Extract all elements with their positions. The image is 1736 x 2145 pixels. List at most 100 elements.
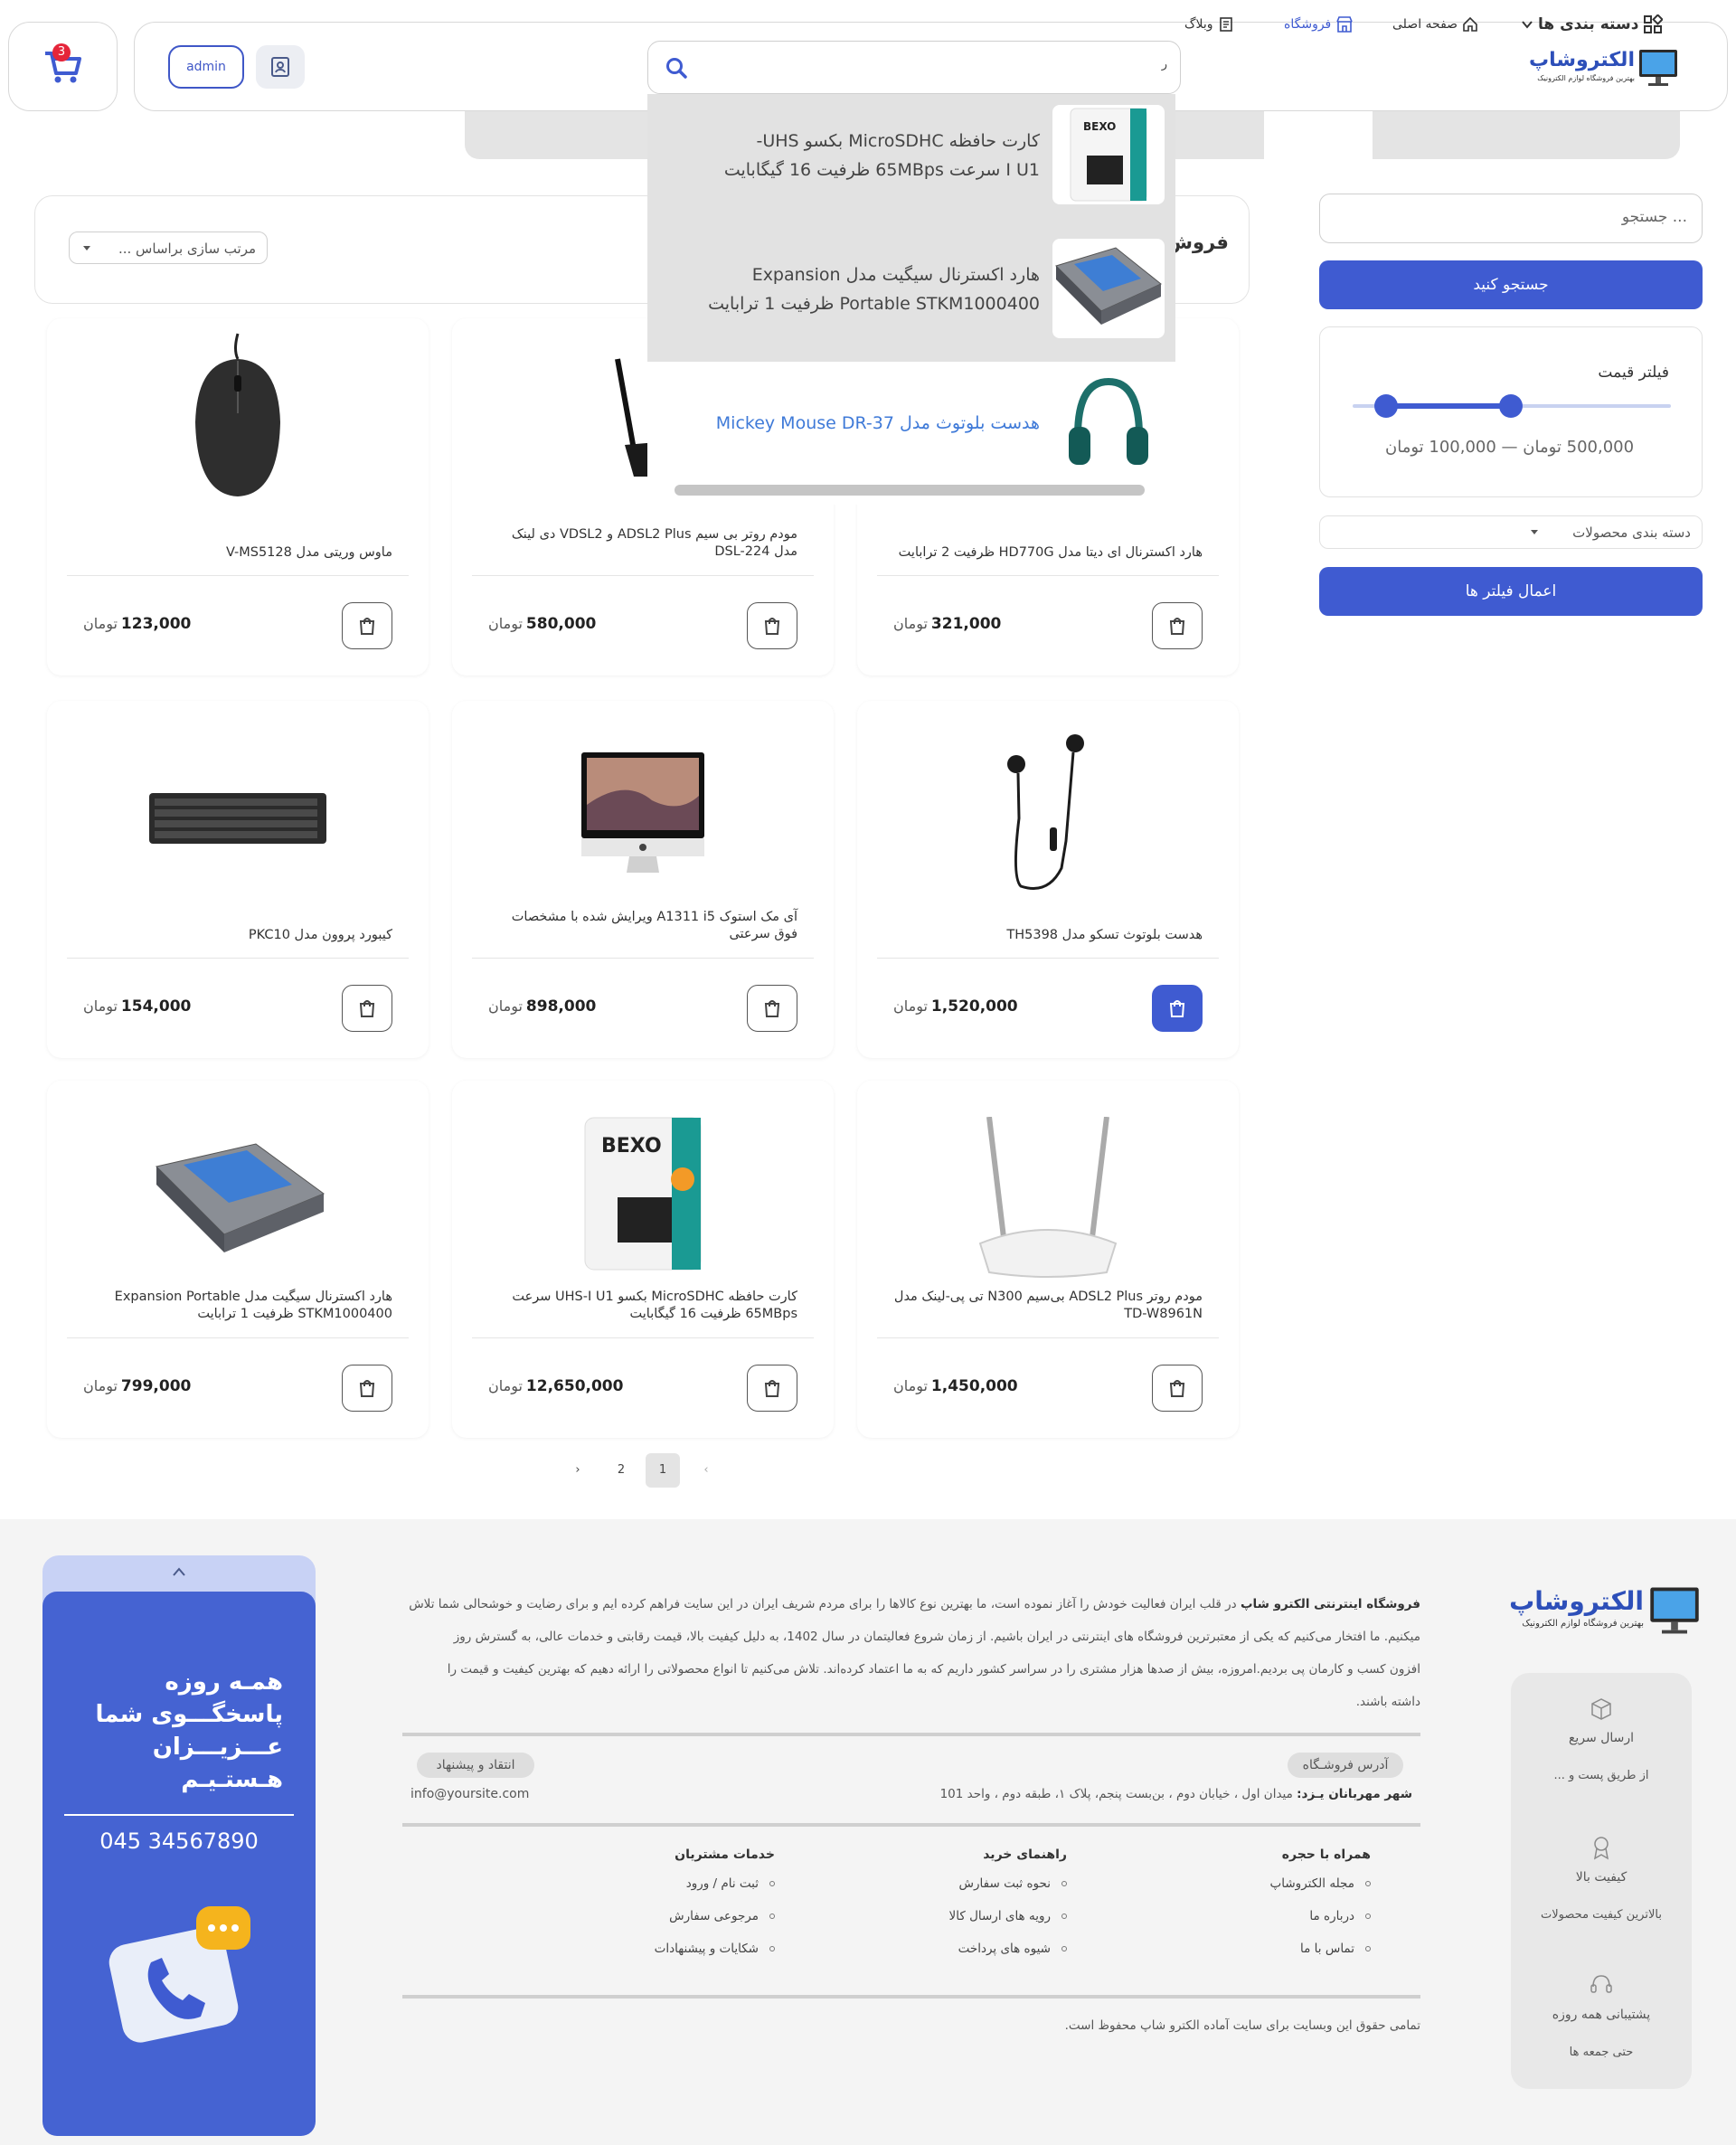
header-logo[interactable]: الکتروشاپ بهترین فروشگاه لوازم الکترونیک (1529, 47, 1678, 87)
footer-link[interactable]: درباره ما (1270, 1905, 1371, 1938)
shopping-bag-icon (1169, 1000, 1185, 1017)
price-value: 1,450,000 (930, 1377, 1018, 1395)
product-card[interactable]: ماوس وریتی مدل V-MS5128 123,000 تومان (47, 318, 429, 676)
pagination-next[interactable]: › (561, 1453, 595, 1488)
footer-link[interactable]: مرجوعی سفارش (655, 1905, 775, 1938)
product-price: 799,000 تومان (83, 1377, 191, 1395)
pagination-prev[interactable]: ‹ (689, 1453, 723, 1488)
features-panel: ارسال سریع از طریق پست و ... کیفیت بالا … (1511, 1673, 1692, 2089)
add-to-cart-button[interactable] (1152, 602, 1203, 649)
price-value: 580,000 (525, 615, 597, 633)
address-pill: آدرس فروشـگاه (1288, 1753, 1403, 1778)
store-icon (1336, 16, 1353, 33)
price-currency: تومان (893, 1377, 928, 1394)
product-card[interactable]: هارد اکسترنال سیگیت مدل Expansion Portab… (47, 1081, 429, 1438)
product-title: مودم روتر ADSL2 Plus بی‌سیم N300 تی پی-ل… (893, 1290, 1203, 1321)
sort-select-label: مرتب سازی براساس ... (118, 241, 256, 257)
price-slider-range (1385, 403, 1512, 409)
nav-shop[interactable]: فروشگاه (1284, 13, 1354, 36)
about-brand: فروشگاه اینترنتی الکترو شاپ (1240, 1597, 1420, 1611)
mouse-icon (195, 333, 280, 496)
product-card[interactable]: کیبورد پروون مدل PKC10 154,000 تومان (47, 701, 429, 1058)
sidebar-search-placeholder: جستجو ... (1621, 208, 1687, 226)
address-text: میدان اول ، خیابان دوم ، بن‌بست پنجم، پل… (939, 1787, 1297, 1801)
footer-link[interactable]: مجله الکتروشاپ (1270, 1873, 1371, 1905)
sidebar-search-input[interactable]: جستجو ... (1319, 194, 1703, 243)
product-price: 321,000 تومان (893, 615, 1001, 633)
shopping-bag-icon (764, 1000, 780, 1017)
address-city: شهر مهربانان یـزد: (1297, 1787, 1412, 1801)
profile-button[interactable] (256, 45, 305, 89)
memory-card-icon: BEXO (1070, 108, 1147, 202)
links-col-title: خدمات مشتریان (675, 1847, 775, 1862)
price-range-text: 500,000 تومان — 100,000 تومان (1385, 438, 1635, 457)
admin-button[interactable]: admin (168, 45, 244, 89)
product-card[interactable]: آی مک استوک A1311 i5 ویرایش شده با مشخصا… (452, 701, 834, 1058)
suggestion-item[interactable]: هدست بلوتوث مدل Mickey Mouse DR-37 (647, 362, 1175, 496)
grid-icon (1644, 14, 1664, 33)
pagination-page-current[interactable]: 1 (646, 1453, 680, 1488)
notebook-icon (1219, 17, 1232, 32)
add-to-cart-button[interactable] (342, 602, 392, 649)
add-to-cart-button[interactable] (1152, 1365, 1203, 1412)
monitor-icon (1639, 50, 1677, 86)
shopping-bag-icon (764, 618, 780, 635)
nav-home-label: صفحه اصلی (1392, 17, 1458, 32)
footer-link[interactable]: شیوه های پرداخت (949, 1938, 1067, 1970)
nav-home[interactable]: صفحه اصلی (1392, 13, 1478, 36)
links-col-title: همراه با حجره (1281, 1847, 1371, 1862)
feature-title: پشتیبانی همه روزه (1552, 2008, 1651, 2022)
footer-email[interactable]: info@yoursite.com (410, 1787, 529, 1801)
add-to-cart-button[interactable] (747, 1365, 797, 1412)
price-slider-max-handle[interactable] (1499, 394, 1523, 418)
footer-link[interactable]: تماس با ما (1270, 1938, 1371, 1970)
price-value: 12,650,000 (525, 1377, 624, 1395)
product-price: 580,000 تومان (488, 615, 596, 633)
footer-logo[interactable]: الکتروشاپ بهترین فروشگاه لوازم الکترونیک (1509, 1583, 1700, 1637)
dropdown-scrollbar[interactable] (675, 485, 1145, 496)
product-title: هدست بلوتوث تسکو مدل TH5398 (1006, 928, 1203, 942)
add-to-cart-button[interactable] (342, 1365, 392, 1412)
about-line2: میکنیم. ما افتخار می‌کنیم که یکی از معتب… (453, 1630, 1420, 1644)
product-card[interactable]: مودم روتر ADSL2 Plus بی‌سیم N300 تی پی-ل… (857, 1081, 1239, 1438)
price-currency: تومان (83, 997, 118, 1015)
product-image: BEXO (452, 1099, 834, 1289)
nav-categories[interactable]: دسته بندی ها (1521, 13, 1664, 36)
sort-select[interactable]: مرتب سازی براساس ... (69, 232, 268, 264)
suggestion-item[interactable]: هارد اکسترنال سیگیت مدل Expansion Portab… (647, 228, 1175, 362)
product-card[interactable]: هدست بلوتوث تسکو مدل TH5398 1,520,000 توم… (857, 701, 1239, 1058)
feature-subtitle: حتی جمعه ها (1569, 2046, 1634, 2059)
suggestion-item[interactable]: BEXO کارت حافظه MicroSDHC بکسو UHS- I U1… (647, 94, 1175, 228)
support-icon (1590, 1975, 1612, 1993)
feature-subtitle: بالاترین کیفیت محصولات (1541, 1908, 1662, 1922)
footer-link[interactable]: ثبت نام / ورود (655, 1873, 775, 1905)
footer-links-col2: راهنمای خرید نحوه ثبت سفارش رویه های ارس… (949, 1847, 1067, 1970)
product-image (47, 1108, 429, 1289)
cart-button[interactable] (8, 22, 118, 111)
support-phone[interactable]: 045 34567890 (42, 1828, 316, 1854)
add-to-cart-button[interactable] (747, 985, 797, 1032)
home-icon (1463, 16, 1477, 32)
footer-copyright: تمامی حقوق این وبسایت برای سایت آماده ال… (1064, 2018, 1420, 2033)
apply-filters-button[interactable]: اعمال فیلتر ها (1319, 567, 1703, 616)
sidebar-search-button[interactable]: جستجو کنید (1319, 260, 1703, 309)
pagination-page[interactable]: 2 (604, 1453, 638, 1488)
search-icon[interactable] (665, 56, 688, 80)
hard-drive-icon (1055, 247, 1162, 325)
header-search-input[interactable]: ر (647, 41, 1181, 94)
footer-link[interactable]: شکایات و پیشنهادات (655, 1938, 775, 1970)
add-to-cart-button[interactable] (747, 602, 797, 649)
footer-link[interactable]: نحوه ثبت سفارش (949, 1873, 1067, 1905)
price-currency: تومان (488, 615, 523, 632)
product-card[interactable]: BEXO کارت حافظه MicroSDHC بکسو UHS-I U1 … (452, 1081, 834, 1438)
footer-link[interactable]: رویه های ارسال کالا (949, 1905, 1067, 1938)
add-to-cart-button[interactable] (342, 985, 392, 1032)
support-line: پاسخگـــوی شما (95, 1701, 283, 1728)
add-to-cart-button[interactable] (1152, 985, 1203, 1032)
price-value: 123,000 (120, 615, 192, 633)
price-slider-min-handle[interactable] (1374, 394, 1398, 418)
price-filter-box: فیلتر قیمت 500,000 تومان — 100,000 تومان (1319, 326, 1703, 497)
category-select[interactable]: دسته بندی محصولات (1319, 515, 1703, 549)
nav-blog[interactable]: وبلاگ (1184, 13, 1234, 36)
nav-shop-label: فروشگاه (1284, 17, 1332, 32)
